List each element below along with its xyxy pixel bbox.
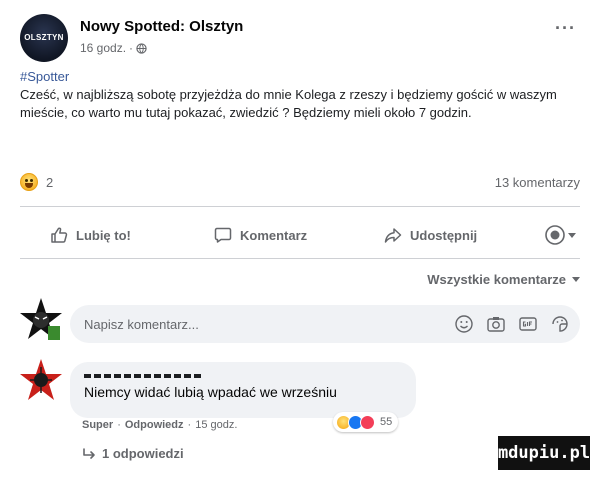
comment-input[interactable] bbox=[84, 305, 444, 343]
post-time[interactable]: 16 godz. bbox=[80, 41, 126, 55]
post-hashtag[interactable]: #Spotter bbox=[20, 68, 580, 86]
comment-reply-button[interactable]: Odpowiedz bbox=[125, 419, 184, 431]
audience-selector[interactable] bbox=[544, 224, 576, 246]
comment-bubble: Niemcy widać lubią wpadać we wrześniu bbox=[70, 362, 416, 418]
divider bbox=[20, 258, 580, 259]
reaction-count[interactable]: 2 bbox=[46, 175, 53, 190]
comment-like-button[interactable]: Super bbox=[82, 419, 113, 431]
thumbs-up-icon bbox=[51, 227, 68, 243]
post-actions: Lubię to! Komentarz Udostępnij bbox=[20, 218, 580, 252]
share-button[interactable]: Udostępnij bbox=[384, 218, 477, 252]
gif-icon[interactable] bbox=[518, 314, 538, 334]
post-text: Cześć, w najbliższą sobotę przyjeżdża do… bbox=[20, 87, 557, 120]
reply-arrow-icon bbox=[83, 447, 95, 459]
comment-button[interactable]: Komentarz bbox=[214, 218, 307, 252]
comment-count[interactable]: 13 komentarzy bbox=[495, 175, 580, 190]
love-reaction-icon bbox=[360, 414, 375, 430]
comment-time[interactable]: 15 godz. bbox=[195, 419, 237, 431]
comment-input-box bbox=[70, 305, 580, 343]
emoji-icon[interactable] bbox=[454, 314, 474, 334]
comment-reactions[interactable]: 55 bbox=[333, 412, 399, 432]
comment-sort[interactable]: Wszystkie komentarze bbox=[427, 272, 580, 287]
post-header: OLSZTYN Nowy Spotted: Olsztyn 16 godz. ·… bbox=[20, 10, 580, 62]
avatar-logo-text: OLSZTYN bbox=[24, 33, 64, 42]
chevron-down-icon bbox=[568, 232, 576, 238]
meta-separator: · bbox=[129, 41, 134, 55]
reactions-summary: 2 13 komentarzy bbox=[20, 172, 580, 194]
post-body: #Spotter Cześć, w najbliższą sobotę przy… bbox=[20, 68, 580, 122]
comment-reaction-count: 55 bbox=[380, 416, 393, 428]
comment-label: Komentarz bbox=[240, 227, 308, 243]
commenter-name-redacted[interactable] bbox=[84, 374, 204, 378]
watermark-logo: mdupiu.pl bbox=[498, 436, 590, 470]
chevron-down-icon bbox=[572, 277, 580, 282]
comment-icon bbox=[214, 227, 232, 243]
meta-separator: · bbox=[117, 419, 121, 431]
view-replies-link[interactable]: 1 odpowiedzi bbox=[82, 446, 184, 461]
audience-icon bbox=[545, 225, 565, 245]
post-meta: 16 godz. · bbox=[80, 41, 147, 55]
comment-actions: Super · Odpowiedz · 15 godz. bbox=[82, 419, 237, 431]
like-label: Lubię to! bbox=[76, 227, 131, 243]
camera-icon[interactable] bbox=[486, 314, 506, 334]
globe-icon bbox=[136, 42, 147, 54]
current-user-avatar[interactable] bbox=[18, 296, 64, 342]
meta-separator: · bbox=[187, 419, 192, 431]
replies-label: 1 odpowiedzi bbox=[102, 446, 184, 461]
commenter-avatar[interactable] bbox=[18, 357, 64, 403]
page-name[interactable]: Nowy Spotted: Olsztyn bbox=[80, 18, 243, 35]
share-icon bbox=[384, 228, 402, 243]
share-label: Udostępnij bbox=[410, 227, 478, 243]
watermark-text: mdupiu.pl bbox=[497, 443, 591, 463]
haha-reaction-icon[interactable] bbox=[20, 173, 38, 191]
like-button[interactable]: Lubię to! bbox=[50, 218, 131, 252]
comment-input-tools bbox=[454, 314, 570, 334]
more-options-icon[interactable]: ··· bbox=[555, 18, 576, 39]
sticker-icon[interactable] bbox=[550, 314, 570, 334]
comment-text: Niemcy widać lubią wpadać we wrześniu bbox=[84, 384, 337, 400]
page-avatar[interactable]: OLSZTYN bbox=[20, 14, 68, 62]
sort-label: Wszystkie komentarze bbox=[427, 272, 566, 287]
divider bbox=[20, 206, 580, 207]
